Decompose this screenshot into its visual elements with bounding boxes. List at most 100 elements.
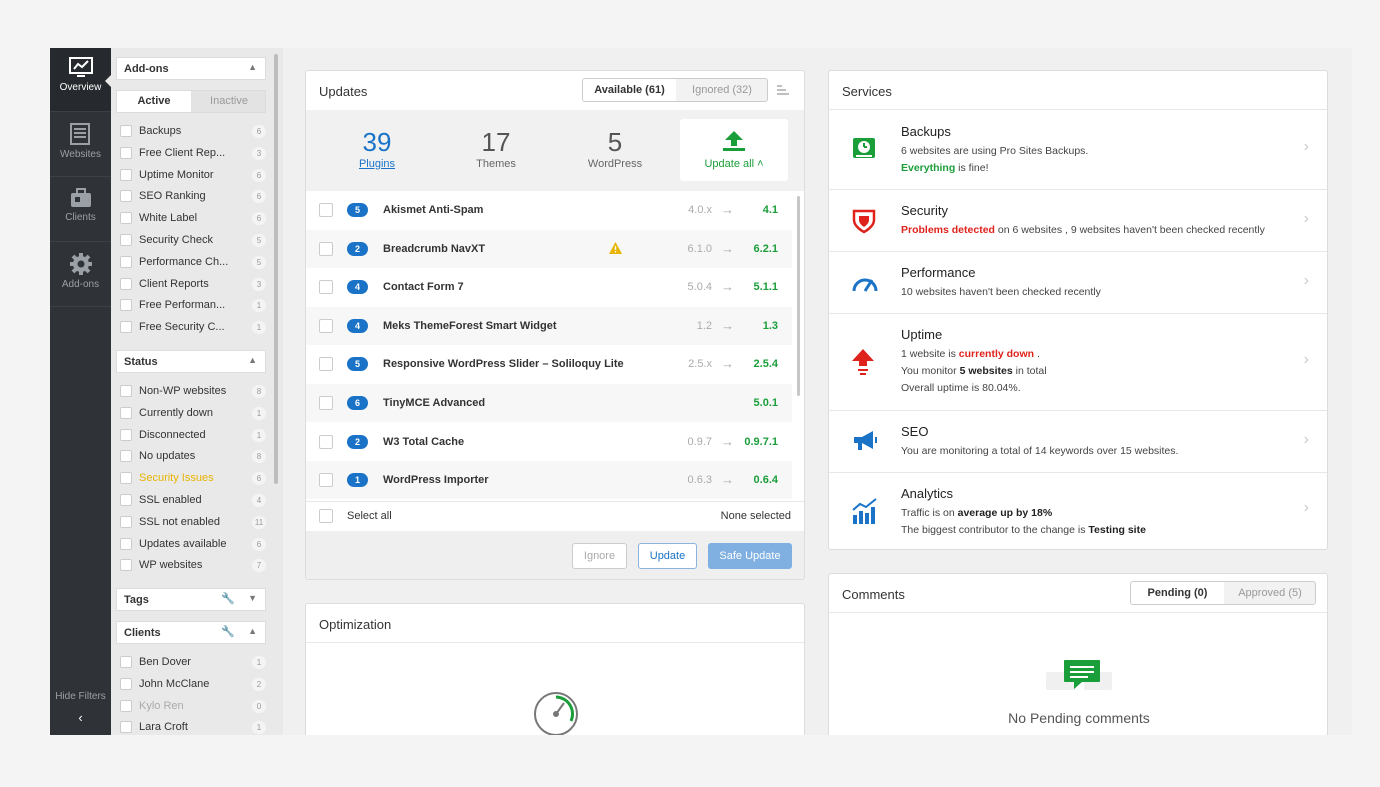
- addon-item[interactable]: Performance Ch... 5: [120, 254, 266, 272]
- client-item[interactable]: Ben Dover 1: [120, 654, 266, 672]
- row-checkbox[interactable]: [319, 396, 333, 410]
- safe-update-button[interactable]: Safe Update: [708, 543, 792, 569]
- update-row[interactable]: 4 Meks ThemeForest Smart Widget 1.2 → 1.3: [306, 306, 792, 345]
- stat-plugins[interactable]: 39 Plugins: [327, 128, 427, 170]
- row-checkbox[interactable]: [319, 318, 333, 333]
- service-security[interactable]: Security Problems detected on 6 websites…: [829, 190, 1327, 251]
- tab-available[interactable]: Available (61): [583, 79, 676, 101]
- filter-checkbox[interactable]: [120, 721, 132, 734]
- hide-filters-button[interactable]: Hide Filters: [50, 690, 111, 703]
- filter-checkbox[interactable]: [120, 559, 132, 572]
- select-all-checkbox[interactable]: [319, 509, 333, 523]
- status-item[interactable]: Currently down 1: [120, 405, 266, 423]
- tab-approved[interactable]: Approved (5): [1224, 582, 1315, 604]
- status-item[interactable]: No updates 8: [120, 448, 266, 466]
- filter-checkbox[interactable]: [120, 472, 132, 485]
- filter-checkbox[interactable]: [120, 146, 132, 159]
- update-row[interactable]: 4 Contact Form 7 5.0.4 → 5.1.1: [306, 268, 792, 306]
- row-checkbox[interactable]: [319, 357, 333, 372]
- clients-filter-header[interactable]: Clients 🔧 ▲: [116, 621, 266, 644]
- addon-item[interactable]: Free Performan... 1: [120, 297, 266, 315]
- wrench-icon[interactable]: 🔧: [221, 592, 235, 605]
- filter-checkbox[interactable]: [120, 406, 132, 419]
- update-row[interactable]: 1 WordPress Importer 0.6.3 → 0.6.4: [306, 461, 792, 500]
- addons-filter-header[interactable]: Add-ons ▲: [116, 57, 266, 80]
- update-all-button[interactable]: Update all ˄: [680, 119, 788, 181]
- nav-addons[interactable]: Add-ons: [50, 243, 111, 307]
- row-checkbox[interactable]: [319, 434, 333, 449]
- tags-filter-header[interactable]: Tags 🔧 ▼: [116, 588, 266, 611]
- status-item[interactable]: SSL enabled 4: [120, 492, 266, 510]
- row-checkbox[interactable]: [319, 473, 333, 488]
- service-analytics[interactable]: Analytics Traffic is on average up by 18…: [829, 473, 1327, 549]
- filter-checkbox[interactable]: [120, 234, 132, 246]
- addon-item[interactable]: Free Security C... 1: [120, 319, 266, 337]
- sort-icon[interactable]: [776, 83, 790, 97]
- collapse-arrow-icon[interactable]: ‹: [50, 710, 111, 725]
- addon-item[interactable]: SEO Ranking 6: [120, 188, 266, 206]
- status-item[interactable]: Disconnected 1: [120, 427, 266, 445]
- stat-wordpress[interactable]: 5 WordPress: [565, 128, 665, 170]
- stat-themes[interactable]: 17 Themes: [446, 128, 546, 170]
- update-row[interactable]: 2 W3 Total Cache 0.9.7 → 0.9.7.1: [306, 423, 792, 461]
- status-item[interactable]: SSL not enabled 11: [120, 514, 266, 532]
- filter-scrollbar[interactable]: [274, 54, 278, 484]
- status-item[interactable]: WP websites 7: [120, 557, 266, 575]
- filter-checkbox[interactable]: [120, 450, 132, 463]
- status-item[interactable]: Non-WP websites 8: [120, 383, 266, 401]
- filter-checkbox[interactable]: [120, 515, 132, 528]
- addon-item[interactable]: Free Client Rep... 3: [120, 145, 266, 163]
- nav-overview[interactable]: Overview: [50, 48, 112, 112]
- tab-inactive[interactable]: Inactive: [192, 91, 266, 112]
- nav-clients[interactable]: Clients: [50, 178, 111, 242]
- update-button[interactable]: Update: [638, 543, 697, 569]
- filter-checkbox[interactable]: [120, 321, 132, 334]
- filter-checkbox[interactable]: [120, 212, 132, 225]
- wrench-icon[interactable]: 🔧: [221, 625, 235, 638]
- chevron-down-icon[interactable]: ▼: [248, 593, 257, 603]
- tab-ignored[interactable]: Ignored (32): [676, 79, 767, 101]
- addon-item[interactable]: White Label 6: [120, 210, 266, 228]
- row-checkbox[interactable]: [319, 280, 333, 295]
- addon-item[interactable]: Client Reports 3: [120, 276, 266, 294]
- status-filter-header[interactable]: Status ▲: [116, 350, 266, 373]
- filter-checkbox[interactable]: [120, 255, 132, 268]
- filter-checkbox[interactable]: [120, 385, 132, 397]
- row-checkbox[interactable]: [319, 203, 333, 217]
- service-uptime[interactable]: Uptime 1 website is currently down . You…: [829, 314, 1327, 410]
- client-item[interactable]: Kylo Ren 0: [120, 698, 266, 716]
- row-checkbox[interactable]: [319, 241, 333, 256]
- filter-checkbox[interactable]: [120, 494, 132, 506]
- service-backups[interactable]: Backups 6 websites are using Pro Sites B…: [829, 110, 1327, 189]
- status-item[interactable]: Updates available 6: [120, 536, 266, 554]
- updates-scrollbar[interactable]: [797, 196, 800, 396]
- update-row[interactable]: 5 Responsive WordPress Slider – Soliloquy…: [306, 345, 792, 383]
- collapse-up-icon[interactable]: ▲: [248, 62, 257, 72]
- addon-item[interactable]: Backups 6: [120, 123, 266, 141]
- client-item[interactable]: Lara Croft 1: [120, 719, 266, 735]
- filter-checkbox[interactable]: [120, 190, 132, 203]
- service-seo[interactable]: SEO You are monitoring a total of 14 key…: [829, 411, 1327, 472]
- client-item[interactable]: John McClane 2: [120, 676, 266, 694]
- filter-checkbox[interactable]: [120, 168, 132, 181]
- filter-checkbox[interactable]: [120, 656, 132, 668]
- ignore-button[interactable]: Ignore: [572, 543, 627, 569]
- filter-checkbox[interactable]: [120, 537, 132, 550]
- collapse-up-icon[interactable]: ▲: [248, 626, 257, 636]
- service-performance[interactable]: Performance 10 websites haven't been che…: [829, 252, 1327, 313]
- collapse-up-icon[interactable]: ▲: [248, 355, 257, 365]
- filter-checkbox[interactable]: [120, 428, 132, 441]
- update-row[interactable]: 6 TinyMCE Advanced 5.0.1: [306, 384, 792, 422]
- status-item[interactable]: Security Issues 6: [120, 470, 266, 488]
- addon-item[interactable]: Uptime Monitor 6: [120, 167, 266, 185]
- filter-checkbox[interactable]: [120, 299, 132, 312]
- filter-checkbox[interactable]: [120, 277, 132, 290]
- tab-active[interactable]: Active: [117, 91, 191, 112]
- tab-pending[interactable]: Pending (0): [1131, 582, 1224, 604]
- filter-checkbox[interactable]: [120, 125, 132, 137]
- addon-item[interactable]: Security Check 5: [120, 232, 266, 250]
- filter-checkbox[interactable]: [120, 677, 132, 690]
- nav-websites[interactable]: Websites: [50, 113, 111, 177]
- filter-checkbox[interactable]: [120, 699, 132, 712]
- update-row[interactable]: 2 Breadcrumb NavXT 6.1.0 → 6.2.1: [306, 229, 792, 268]
